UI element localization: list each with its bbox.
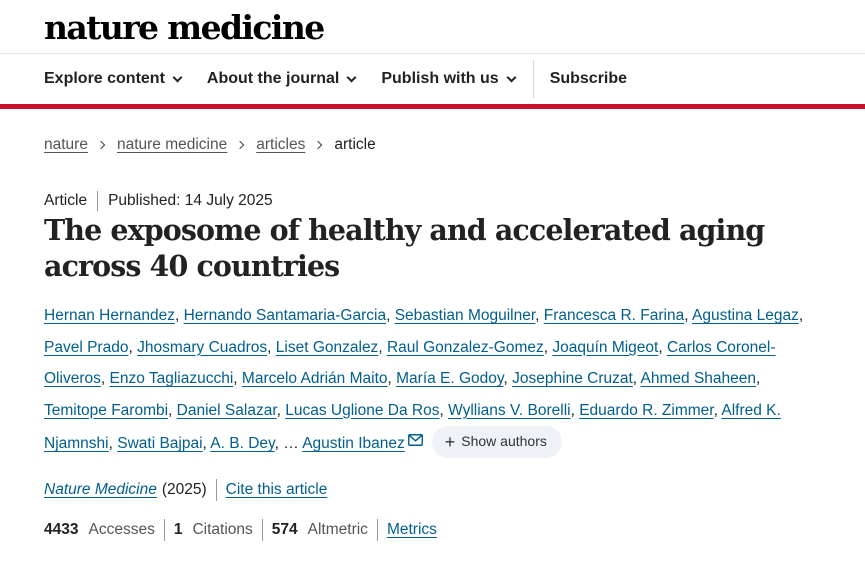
chevron-down-icon bbox=[346, 72, 357, 82]
nav-publish-with-us[interactable]: Publish with us bbox=[381, 70, 517, 88]
mail-icon[interactable] bbox=[407, 426, 423, 458]
metrics-link[interactable]: Metrics bbox=[387, 521, 437, 539]
author-link[interactable]: Marcelo Adrián Maito bbox=[242, 370, 388, 387]
nav-item-label: About the journal bbox=[206, 70, 340, 87]
author-link[interactable]: Enzo Tagliazucchi bbox=[109, 370, 233, 387]
article-title: The exposome of healthy and accelerated … bbox=[44, 213, 765, 283]
site-logo[interactable]: nature medicine bbox=[44, 10, 865, 46]
author-link[interactable]: Temitope Farombi bbox=[44, 402, 168, 419]
author-link[interactable]: Daniel Salazar bbox=[177, 402, 277, 419]
nav-about-journal[interactable]: About the journal bbox=[206, 70, 357, 88]
citation-divider bbox=[215, 479, 217, 501]
site-header: nature medicine bbox=[0, 0, 865, 54]
author-link[interactable]: Hernando Santamaria-Garcia bbox=[184, 307, 386, 324]
main-nav: Explore content About the journal Publis… bbox=[0, 54, 865, 109]
metrics-divider bbox=[261, 519, 263, 541]
author-link[interactable]: Sebastian Moguilner bbox=[395, 307, 535, 324]
nav-item-label: Explore content bbox=[44, 70, 165, 87]
journal-link[interactable]: Nature Medicine bbox=[44, 481, 157, 499]
author-link[interactable]: Hernan Hernandez bbox=[44, 307, 175, 324]
nav-item-label: Publish with us bbox=[381, 70, 499, 87]
nav-subscribe[interactable]: Subscribe bbox=[550, 70, 627, 88]
article-meta: Article Published: 14 July 2025 bbox=[44, 191, 273, 211]
chevron-down-icon bbox=[506, 72, 517, 82]
meta-divider bbox=[97, 191, 99, 211]
accesses-label: Accesses bbox=[88, 521, 155, 538]
published-date: Published: 14 July 2025 bbox=[108, 192, 273, 209]
citations-label: Citations bbox=[192, 521, 253, 538]
show-authors-button[interactable]: + Show authors bbox=[431, 426, 562, 458]
show-authors-label: Show authors bbox=[461, 433, 547, 450]
metrics-divider bbox=[163, 519, 165, 541]
author-link[interactable]: Wyllians V. Borelli bbox=[448, 402, 570, 419]
citations-count: 1 bbox=[173, 521, 183, 538]
breadcrumb-nature-medicine[interactable]: nature medicine bbox=[117, 136, 227, 154]
metrics-divider bbox=[376, 519, 378, 541]
breadcrumb-nature[interactable]: nature bbox=[44, 136, 88, 154]
author-link[interactable]: Jhosmary Cuadros bbox=[137, 339, 267, 356]
author-link[interactable]: Pavel Prado bbox=[44, 339, 128, 356]
cite-this-article-link[interactable]: Cite this article bbox=[226, 481, 328, 499]
article-type: Article bbox=[44, 192, 88, 209]
altmetric-count: 574 bbox=[271, 521, 298, 538]
chevron-down-icon bbox=[172, 72, 183, 82]
author-list: Hernan Hernandez, Hernando Santamaria-Ga… bbox=[44, 300, 804, 460]
author-link[interactable]: Ahmed Shaheen bbox=[641, 370, 756, 387]
nav-explore-content[interactable]: Explore content bbox=[44, 70, 183, 88]
article-metrics: 4433 Accesses 1 Citations 574 Altmetric … bbox=[44, 519, 437, 541]
journal-citation: Nature Medicine (2025) Cite this article bbox=[44, 479, 327, 501]
author-link[interactable]: Raul Gonzalez-Gomez bbox=[387, 339, 544, 356]
author-link[interactable]: Swati Bajpai bbox=[117, 435, 202, 452]
author-ellipsis: … bbox=[283, 435, 299, 452]
nav-divider bbox=[532, 60, 534, 98]
chevron-right-icon bbox=[314, 140, 323, 150]
author-link[interactable]: Joaquín Migeot bbox=[552, 339, 658, 356]
breadcrumb-current: article bbox=[334, 136, 376, 153]
publication-year: (2025) bbox=[161, 481, 207, 498]
author-link[interactable]: A. B. Dey bbox=[210, 435, 274, 452]
altmetric-label: Altmetric bbox=[307, 521, 368, 538]
author-link[interactable]: Josephine Cruzat bbox=[512, 370, 633, 387]
author-link[interactable]: María E. Godoy bbox=[396, 370, 503, 387]
corresponding-author-link[interactable]: Agustin Ibanez bbox=[302, 435, 405, 452]
author-link[interactable]: Eduardo R. Zimmer bbox=[579, 402, 713, 419]
chevron-right-icon bbox=[96, 140, 106, 150]
author-link[interactable]: Liset Gonzalez bbox=[276, 339, 379, 356]
accesses-count: 4433 bbox=[44, 521, 79, 538]
breadcrumb-articles[interactable]: articles bbox=[256, 136, 305, 154]
breadcrumb: nature nature medicine articles article bbox=[44, 136, 376, 154]
chevron-right-icon bbox=[236, 140, 245, 150]
author-link[interactable]: Francesca R. Farina bbox=[544, 307, 684, 324]
plus-icon: + bbox=[444, 432, 456, 452]
author-link[interactable]: Agustina Legaz bbox=[692, 307, 799, 324]
author-link[interactable]: Lucas Uglione Da Ros bbox=[285, 402, 439, 419]
